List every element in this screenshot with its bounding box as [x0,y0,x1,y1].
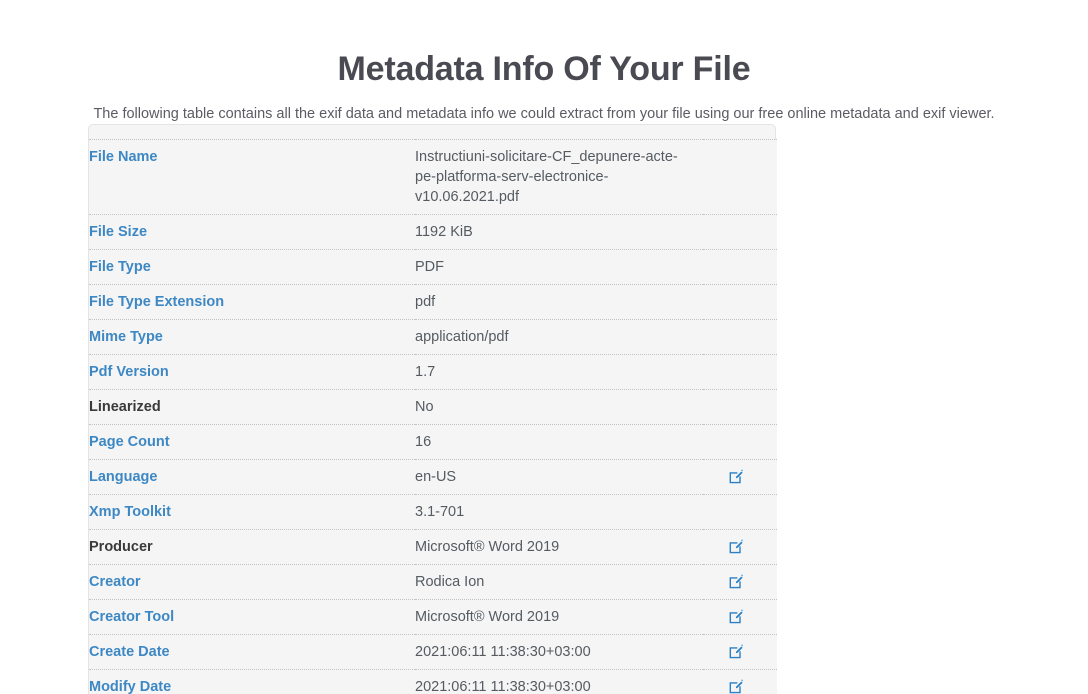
metadata-value: 16 [415,424,703,460]
table-row: File Size 1192 KiB [89,214,777,250]
metadata-action-cell [703,249,777,285]
metadata-action-cell [703,564,777,600]
metadata-value: en-US [415,459,703,495]
metadata-action-cell [703,354,777,390]
metadata-label[interactable]: Create Date [89,634,415,670]
metadata-value: 2021:06:11 11:38:30+03:00 [415,634,703,670]
table-row: Modify Date 2021:06:11 11:38:30+03:00 [89,669,777,694]
edit-icon[interactable] [728,469,744,485]
table-row: Producer Microsoft® Word 2019 [89,529,777,565]
metadata-action-cell [703,529,777,565]
edit-icon[interactable] [728,644,744,660]
metadata-value: pdf [415,284,703,320]
metadata-value: No [415,389,703,425]
metadata-action-cell [703,634,777,670]
table-row: Pdf Version 1.7 [89,354,777,390]
metadata-action-cell [703,669,777,694]
metadata-action-cell [703,139,777,215]
metadata-action-cell [703,494,777,530]
table-row: Language en-US [89,459,777,495]
edit-icon[interactable] [728,609,744,625]
metadata-value: PDF [415,249,703,285]
metadata-label[interactable]: Creator [89,564,415,600]
metadata-value: Rodica Ion [415,564,703,600]
metadata-label[interactable]: File Size [89,214,415,250]
metadata-value: 1.7 [415,354,703,390]
metadata-label[interactable]: File Type [89,249,415,285]
metadata-label[interactable]: Creator Tool [89,599,415,635]
metadata-label[interactable]: Modify Date [89,669,415,694]
metadata-action-cell [703,319,777,355]
table-row: File Type PDF [89,249,777,285]
metadata-table: File Name Instructiuni-solicitare-CF_depu… [89,139,777,694]
metadata-label[interactable]: Language [89,459,415,495]
edit-icon[interactable] [728,574,744,590]
metadata-label: Linearized [89,389,415,425]
metadata-label[interactable]: File Name [89,139,415,215]
page-title: Metadata Info Of Your File [337,50,751,88]
metadata-action-cell [703,389,777,425]
metadata-value: 1192 KiB [415,214,703,250]
metadata-value: Microsoft® Word 2019 [415,599,703,635]
table-row: Creator Rodica Ion [89,564,777,600]
table-row: Create Date 2021:06:11 11:38:30+03:00 [89,634,777,670]
metadata-action-cell [703,214,777,250]
metadata-label[interactable]: Page Count [89,424,415,460]
edit-icon[interactable] [728,539,744,555]
page-subtitle: The following table contains all the exi… [93,106,995,122]
table-row: Xmp Toolkit 3.1-701 [89,494,777,530]
metadata-value: 3.1-701 [415,494,703,530]
metadata-label[interactable]: Mime Type [89,319,415,355]
metadata-action-cell [703,424,777,460]
metadata-value: Microsoft® Word 2019 [415,529,703,565]
metadata-label[interactable]: Xmp Toolkit [89,494,415,530]
metadata-value: 2021:06:11 11:38:30+03:00 [415,669,703,694]
metadata-value: application/pdf [415,319,703,355]
table-row: Creator Tool Microsoft® Word 2019 [89,599,777,635]
table-row: Mime Type application/pdf [89,319,777,355]
metadata-action-cell [703,459,777,495]
metadata-label[interactable]: Pdf Version [89,354,415,390]
table-row: File Type Extension pdf [89,284,777,320]
table-row: Page Count 16 [89,424,777,460]
edit-icon[interactable] [728,679,744,694]
metadata-value: Instructiuni-solicitare-CF_depunere-acte… [415,139,703,215]
table-row: File Name Instructiuni-solicitare-CF_depu… [89,139,777,215]
metadata-card: File Name Instructiuni-solicitare-CF_depu… [88,124,777,694]
table-row: Linearized No [89,389,777,425]
metadata-label[interactable]: File Type Extension [89,284,415,320]
metadata-label: Producer [89,529,415,565]
metadata-action-cell [703,599,777,635]
metadata-action-cell [703,284,777,320]
metadata-page: Metadata Info Of Your File The following… [0,0,1088,694]
